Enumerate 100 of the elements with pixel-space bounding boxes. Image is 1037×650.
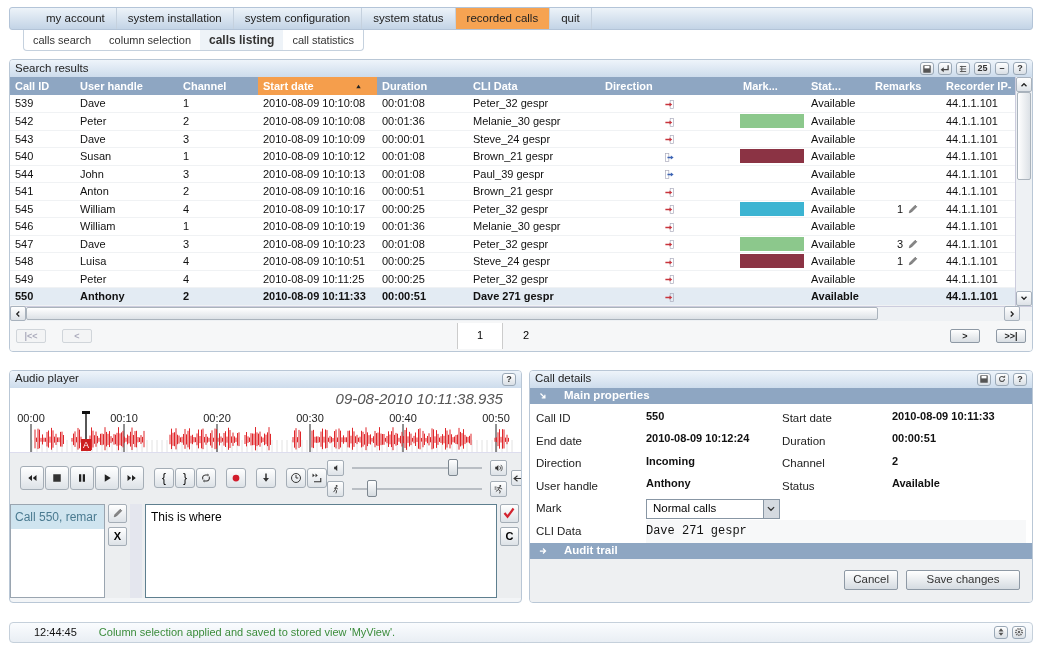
columns-button[interactable] xyxy=(956,62,970,75)
subnav-tab[interactable]: column selection xyxy=(100,30,200,50)
back-button[interactable] xyxy=(511,470,521,486)
refresh-button[interactable] xyxy=(995,372,1009,386)
list-icon xyxy=(958,63,968,74)
minimize-button[interactable]: – xyxy=(995,62,1009,75)
pager-button[interactable]: > xyxy=(950,328,980,343)
status-time: 12:44:45 xyxy=(34,624,77,640)
loud-speaker-icon xyxy=(493,462,504,473)
table-row[interactable]: 542 Peter 2 2010-08-09 10:10:08 00:01:36 Melanie_30 gespr Available 44.1.1.101 xyxy=(10,112,1015,130)
rewind-button[interactable] xyxy=(20,466,44,490)
table-row[interactable]: 539 Dave 1 2010-08-09 10:10:08 00:01:08 Peter_32 gespr Available 44.1.1.101 xyxy=(10,95,1015,113)
speaker-low-button[interactable] xyxy=(327,459,344,476)
panel-title: Call details xyxy=(534,371,592,387)
page-button[interactable]: 1 xyxy=(457,322,503,349)
status-message: Column selection applied and saved to stored view 'MyView'. xyxy=(98,624,396,640)
loop-icon xyxy=(200,472,212,484)
cancel-button[interactable]: Cancel xyxy=(844,570,898,590)
table-cell: 544 xyxy=(15,167,34,180)
table-cell: Peter_32 gespr xyxy=(473,202,549,215)
remark-item[interactable]: Call 550, remar xyxy=(11,504,104,529)
nav-tab[interactable]: my account xyxy=(35,8,117,29)
save-button[interactable] xyxy=(920,62,934,75)
pager-button[interactable]: >>| xyxy=(996,328,1026,343)
page-size-button[interactable]: 25 xyxy=(974,62,991,75)
table-row[interactable]: 550 Anthony 2 2010-08-09 10:11:33 00:00:51 Dave 271 gespr Available 44.1.1.101 xyxy=(10,287,1015,305)
download-button[interactable] xyxy=(256,468,276,488)
table-cell: 540 xyxy=(15,150,34,162)
help-button[interactable]: ? xyxy=(501,372,516,386)
up-down-icon xyxy=(996,627,1006,637)
table-row[interactable]: 541 Anton 2 2010-08-09 10:10:16 00:00:51 Brown_21 gespr Available 44.1.1.101 xyxy=(10,182,1015,200)
table-row[interactable]: 549 Peter 4 2010-08-09 10:11:25 00:00:25 Peter_32 gespr Available 44.1.1.101 xyxy=(10,270,1015,288)
slider-thumb[interactable] xyxy=(366,480,377,497)
table-cell: Dave 271 gespr xyxy=(473,290,554,302)
nav-tab[interactable]: recorded calls xyxy=(455,8,551,29)
record-button[interactable] xyxy=(226,468,246,488)
skip-button[interactable] xyxy=(307,468,327,488)
remark-text-area[interactable]: This is where xyxy=(145,503,497,598)
settings-button[interactable] xyxy=(1012,625,1026,639)
table-cell: 44.1.1.101 xyxy=(946,202,998,215)
nav-tab[interactable]: quit xyxy=(550,8,592,29)
enter-button[interactable] xyxy=(938,62,952,75)
table-row[interactable]: 547 Dave 3 2010-08-09 10:10:23 00:01:08 Peter_32 gespr Available 3 44.1.1.101 xyxy=(10,235,1015,253)
play-button[interactable] xyxy=(95,466,119,490)
table-row[interactable]: 546 William 1 2010-08-09 10:10:19 00:01:36 Melanie_30 gespr Available 44.1.1.101 xyxy=(10,217,1015,235)
playhead-handle[interactable] xyxy=(82,410,90,439)
table-cell: 00:01:08 xyxy=(382,150,425,162)
table-cell: 2 xyxy=(183,290,190,302)
save-button[interactable] xyxy=(977,372,991,386)
page-button[interactable]: 2 xyxy=(503,322,549,349)
help-button[interactable]: ? xyxy=(1013,372,1027,386)
speaker-high-button[interactable] xyxy=(490,459,507,476)
forward-button[interactable] xyxy=(120,466,144,490)
clear-button[interactable]: C xyxy=(499,526,519,546)
delete-button[interactable]: X xyxy=(108,526,127,546)
nav-tab[interactable]: system status xyxy=(362,8,456,29)
pause-button[interactable] xyxy=(70,466,94,490)
table-cell: 539 xyxy=(15,97,34,110)
table-row[interactable]: 545 William 4 2010-08-09 10:10:17 00:00:25 Peter_32 gespr Available 1 44.1.1.101 xyxy=(10,200,1015,218)
walking-figure-icon xyxy=(330,483,341,494)
subnav-tab[interactable]: calls listing xyxy=(200,30,284,50)
table-cell: Brown_21 gespr xyxy=(473,150,554,162)
table-row[interactable]: 540 Susan 1 2010-08-09 10:10:12 00:01:08 Brown_21 gespr Available 44.1.1.101 xyxy=(10,147,1015,165)
table-row[interactable]: 544 John 3 2010-08-09 10:10:13 00:01:08 Paul_39 gespr Available 44.1.1.101 xyxy=(10,165,1015,183)
nav-tab[interactable]: system configuration xyxy=(233,8,363,29)
scrollbar-thumb[interactable] xyxy=(1017,92,1031,180)
subnav-tab[interactable]: call statistics xyxy=(283,30,364,50)
mark-end-button[interactable]: } xyxy=(175,468,195,488)
loop-button[interactable] xyxy=(196,468,216,488)
time-tick-label: 00:50 xyxy=(482,410,510,426)
slider-thumb[interactable] xyxy=(448,459,459,476)
table-cell: 2010-08-09 10:10:13 xyxy=(263,167,366,180)
table-cell: Steve_24 gespr xyxy=(473,255,551,267)
updown-button[interactable] xyxy=(994,625,1008,639)
scroll-down-button[interactable] xyxy=(1016,290,1032,306)
table-cell: 549 xyxy=(15,272,34,285)
table-cell: Available xyxy=(811,220,856,232)
scrollbar-thumb[interactable] xyxy=(26,307,878,320)
mark-start-button[interactable]: { xyxy=(154,468,174,488)
mark-dropdown[interactable]: Normal calls xyxy=(645,498,780,519)
nav-tab[interactable]: system installation xyxy=(116,8,234,29)
help-button[interactable]: ? xyxy=(1013,62,1027,75)
scroll-left-button[interactable] xyxy=(10,306,26,321)
table-cell: Peter_32 gespr xyxy=(473,97,549,110)
table-cell: 2010-08-09 10:10:23 xyxy=(263,237,366,250)
table-row[interactable]: 548 Luisa 4 2010-08-09 10:10:51 00:00:25 Steve_24 gespr Available 1 44.1.1.101 xyxy=(10,252,1015,270)
subnav-tab[interactable]: calls search xyxy=(24,30,101,50)
stop-button[interactable] xyxy=(45,466,69,490)
runner-button[interactable] xyxy=(490,480,507,497)
clock-button[interactable] xyxy=(286,468,306,488)
scroll-right-button[interactable] xyxy=(1004,306,1020,321)
skip-icon xyxy=(311,472,323,484)
table-cell: Available xyxy=(811,202,856,215)
field-label: Status xyxy=(781,478,816,494)
save-changes-button[interactable]: Save changes xyxy=(906,570,1020,590)
walker-button[interactable] xyxy=(327,480,344,497)
scroll-up-button[interactable] xyxy=(1016,77,1032,92)
remark-count: 3 xyxy=(897,236,904,252)
table-row[interactable]: 543 Dave 3 2010-08-09 10:10:09 00:00:01 Steve_24 gespr Available 44.1.1.101 xyxy=(10,130,1015,148)
table-cell: Brown_21 gespr xyxy=(473,185,554,197)
